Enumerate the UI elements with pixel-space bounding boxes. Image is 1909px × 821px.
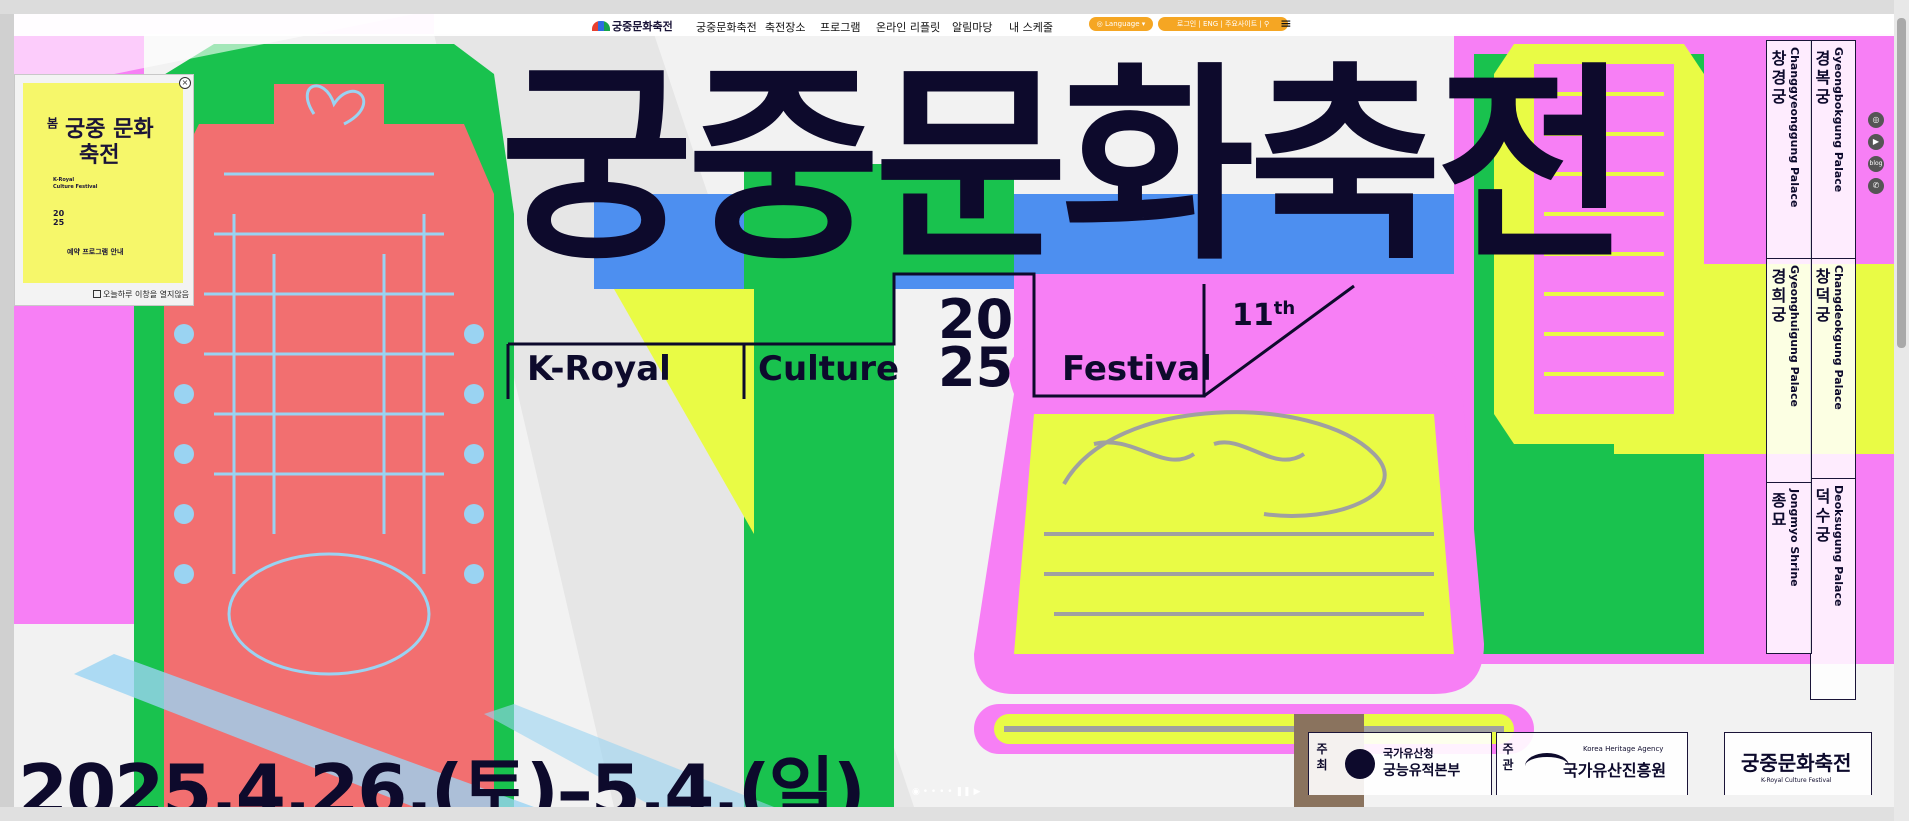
host-name: 국가유산청 [1383, 747, 1434, 760]
organizer-name: 국가유산진흥원 [1563, 761, 1667, 780]
popup-title-line3: 축전 [79, 143, 120, 168]
organizer-box: 주관 Korea Heritage Agency 국가유산진흥원 [1496, 732, 1688, 795]
popup-close-icon[interactable]: × [179, 77, 191, 89]
edition-value: 11 [1232, 298, 1274, 333]
popup-eng-1: K-Royal [53, 177, 75, 183]
palace-name-en: Gyeonghuigung Palace [1788, 265, 1801, 407]
palace-name-en: Jongmyo Shrine [1788, 489, 1801, 587]
nav-notice[interactable]: 알림마당 [952, 19, 992, 35]
browser-top-strip [0, 0, 1894, 14]
year-bottom: 25 [938, 336, 1014, 399]
palace-name-en: Changdeokgung Palace [1832, 265, 1845, 410]
blog-icon[interactable]: blog [1868, 156, 1884, 172]
login-link[interactable]: 로그인 [1177, 20, 1196, 28]
popup-title-line2: 문화 [113, 117, 154, 142]
nav-programs[interactable]: 프로그램 [820, 19, 860, 35]
festival-logo-sub: K-Royal Culture Festival [1761, 777, 1832, 784]
host-sub: 궁능유적본부 [1383, 763, 1461, 779]
popup-year: 20 25 [53, 209, 65, 227]
search-icon[interactable]: ⚲ [1264, 20, 1269, 28]
popup-title: 봄 궁중 문화 축전 [39, 117, 154, 169]
palace-name-ko: 경복궁 [1815, 49, 1831, 106]
palace-name-en: Deoksugung Palace [1832, 485, 1845, 607]
scrollbar-thumb[interactable] [1897, 18, 1906, 348]
popup-dont-show-label: 오늘하루 이창을 열지않음 [103, 290, 190, 299]
host-label: 주최 [1316, 742, 1328, 772]
next-icon[interactable]: ▶ [973, 787, 980, 797]
palace-column-1: 경복궁 Gyeongbokgung Palace 창덕궁 Changdeokgu… [1810, 40, 1856, 700]
palace-name-ko: 창덕궁 [1815, 267, 1831, 324]
edition-suffix: th [1273, 298, 1296, 319]
language-label: Language [1105, 20, 1140, 28]
popup-season: 봄 [45, 117, 59, 129]
pause-icon[interactable]: ❚❚ [955, 787, 970, 797]
palace-tab-changgyeonggung[interactable]: 창경궁 Changgyeonggung Palace [1767, 41, 1811, 259]
slide-dot[interactable]: • [947, 787, 952, 797]
nav-online-leaflet[interactable]: 온라인 리플릿 [876, 19, 940, 35]
slide-dot[interactable]: • [923, 787, 928, 797]
palace-column-2: 창경궁 Changgyeonggung Palace 경희궁 Gyeonghui… [1766, 40, 1812, 654]
slide-dot[interactable]: • [939, 787, 944, 797]
popup-poster[interactable]: 봄 궁중 문화 축전 K-Royal Culture Festival 20 25… [23, 83, 183, 283]
slide-dot-active[interactable]: ◉ [912, 787, 920, 797]
subtitle-culture: Culture [758, 349, 900, 389]
hero-stage: 궁중문화축전 궁중문화축전 축전장소 프로그램 온라인 리플릿 알림마당 내 스… [14, 14, 1894, 807]
hero-title: 궁중문화축전 [500, 44, 1629, 289]
youtube-icon[interactable]: ▶ [1868, 134, 1884, 150]
palace-tab-jongmyo[interactable]: 종묘 Jongmyo Shrine [1767, 483, 1811, 651]
nav-venues[interactable]: 축전장소 [765, 19, 805, 35]
palace-name-ko: 창경궁 [1771, 49, 1787, 106]
organizer-label: 주관 [1502, 742, 1514, 772]
subtitle-festival: Festival [1062, 349, 1212, 389]
eng-link[interactable]: ENG [1203, 20, 1218, 28]
palace-tab-changdeokgung[interactable]: 창덕궁 Changdeokgung Palace [1811, 259, 1855, 479]
vertical-scrollbar[interactable] [1894, 0, 1909, 821]
slide-dot[interactable]: • [931, 787, 936, 797]
subtitle-k-royal: K-Royal [527, 349, 671, 389]
popup-title-line1: 궁중 [65, 117, 106, 142]
main-sites-link[interactable]: 주요사이트 [1225, 20, 1257, 28]
browser-left-strip [0, 14, 14, 807]
slide-pagination: ◉ • • • • ❚❚ ▶ [912, 787, 980, 797]
palace-name-ko: 종묘 [1771, 491, 1787, 529]
language-select[interactable]: ◎ Language ▾ [1089, 17, 1153, 31]
checkbox-icon [93, 290, 101, 298]
popup-eng-2: Culture Festival [53, 184, 98, 190]
globe-icon: ◎ [1096, 20, 1106, 28]
edition-number: 11th [1232, 298, 1295, 333]
palace-name-en: Changgyeonggung Palace [1788, 47, 1801, 208]
horizontal-scrollbar[interactable] [0, 807, 1894, 821]
palace-tab-gyeonghuigung[interactable]: 경희궁 Gyeonghuigung Palace [1767, 259, 1811, 483]
palace-name-ko: 경희궁 [1771, 267, 1787, 324]
palace-name-ko: 덕수궁 [1815, 487, 1831, 544]
festival-date: 2025.4.26.(토)–5.4.(일) [18, 749, 866, 807]
phone-icon[interactable]: ✆ [1868, 178, 1884, 194]
hero-year: 20 25 [938, 293, 1014, 399]
popup-window: 봄 궁중 문화 축전 K-Royal Culture Festival 20 25… [14, 74, 194, 306]
utility-links: 로그인 | ENG | 주요사이트 | ⚲ [1158, 17, 1288, 31]
palace-name-en: Gyeongbokgung Palace [1832, 47, 1845, 193]
logo-text: 궁중문화축전 [612, 20, 673, 33]
palace-tab-gyeongbokgung[interactable]: 경복궁 Gyeongbokgung Palace [1811, 41, 1855, 259]
organizer-en: Korea Heritage Agency [1583, 745, 1664, 753]
nav-my-schedule[interactable]: 내 스케줄 [1009, 19, 1053, 35]
menu-icon[interactable]: ≡ [1280, 16, 1292, 32]
site-logo[interactable]: 궁중문화축전 [592, 18, 673, 34]
popup-dont-show-checkbox[interactable]: 오늘하루 이창을 열지않음 [93, 289, 189, 300]
festival-logo-text: 궁중문화축전 [1741, 751, 1852, 775]
site-header: 궁중문화축전 궁중문화축전 축전장소 프로그램 온라인 리플릿 알림마당 내 스… [14, 14, 1894, 36]
popup-info: 예약 프로그램 안내 [67, 248, 124, 256]
logo-mark-icon [592, 21, 610, 31]
instagram-icon[interactable]: ◎ [1868, 112, 1884, 128]
palace-tab-deoksugung[interactable]: 덕수궁 Deoksugung Palace [1811, 479, 1855, 697]
blog-label: blog [1869, 160, 1883, 167]
nav-festival[interactable]: 궁중문화축전 [696, 19, 757, 35]
festival-logo-box[interactable]: 궁중문화축전 K-Royal Culture Festival [1724, 732, 1872, 795]
host-box: 주최 국가유산청 궁능유적본부 [1308, 732, 1492, 795]
heritage-emblem-icon [1345, 749, 1375, 779]
